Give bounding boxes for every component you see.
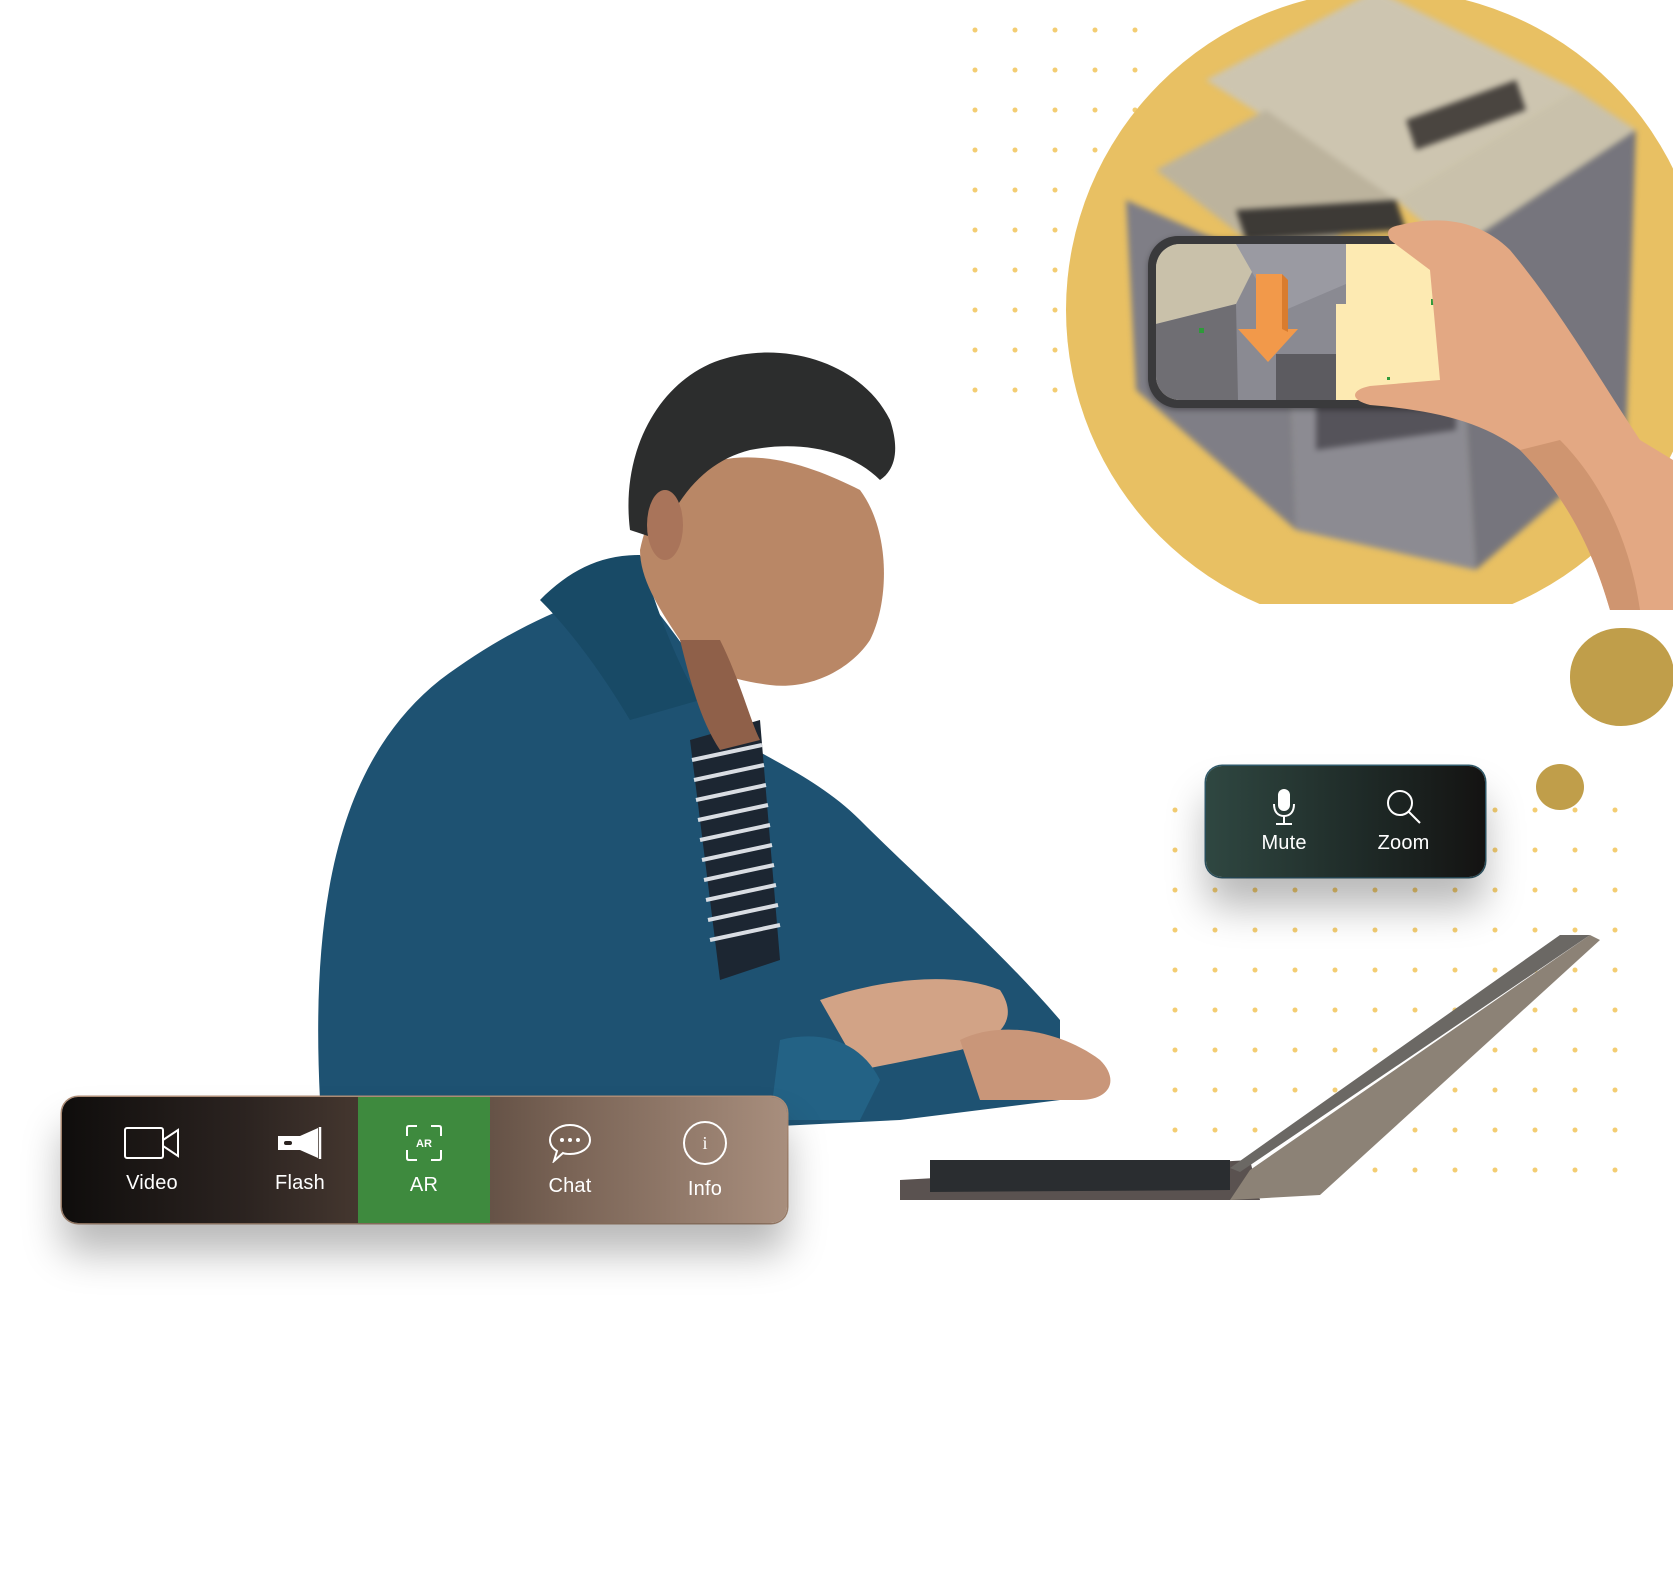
hand-holding-phone	[1355, 220, 1673, 610]
video-button[interactable]: Video	[62, 1097, 242, 1223]
decorative-gold-blob-large	[1570, 628, 1673, 726]
chat-label: Chat	[548, 1174, 592, 1197]
laptop	[900, 935, 1600, 1200]
zoom-label: Zoom	[1377, 832, 1430, 854]
zoom-button[interactable]: Zoom	[1378, 788, 1430, 855]
mute-button[interactable]: Mute	[1261, 788, 1307, 855]
microphone-icon	[1273, 789, 1296, 825]
video-label: Video	[126, 1171, 178, 1194]
info-button[interactable]: i Info	[650, 1097, 760, 1223]
flashlight-icon	[278, 1126, 322, 1159]
info-icon-text: i	[702, 1133, 707, 1153]
flash-button[interactable]: Flash	[242, 1097, 358, 1223]
chat-bubble-icon	[548, 1123, 592, 1163]
ar-button[interactable]: AR AR	[358, 1097, 490, 1223]
decorative-gold-blob-small	[1536, 764, 1584, 810]
info-label: Info	[687, 1177, 723, 1200]
flash-label: Flash	[275, 1171, 325, 1194]
ar-icon-text: AR	[416, 1138, 432, 1150]
ar-label: AR	[409, 1173, 439, 1196]
chat-button[interactable]: Chat	[490, 1097, 650, 1223]
info-circle-icon: i	[683, 1120, 727, 1165]
ar-session-toolbar: Video Flash AR AR Chat i Info	[62, 1097, 787, 1223]
ar-frame-icon: AR	[406, 1124, 442, 1161]
magnifier-icon	[1386, 790, 1421, 824]
mute-label: Mute	[1261, 832, 1307, 854]
video-camera-icon	[124, 1126, 179, 1159]
call-controls-toolbar: Mute Zoom	[1206, 766, 1485, 877]
